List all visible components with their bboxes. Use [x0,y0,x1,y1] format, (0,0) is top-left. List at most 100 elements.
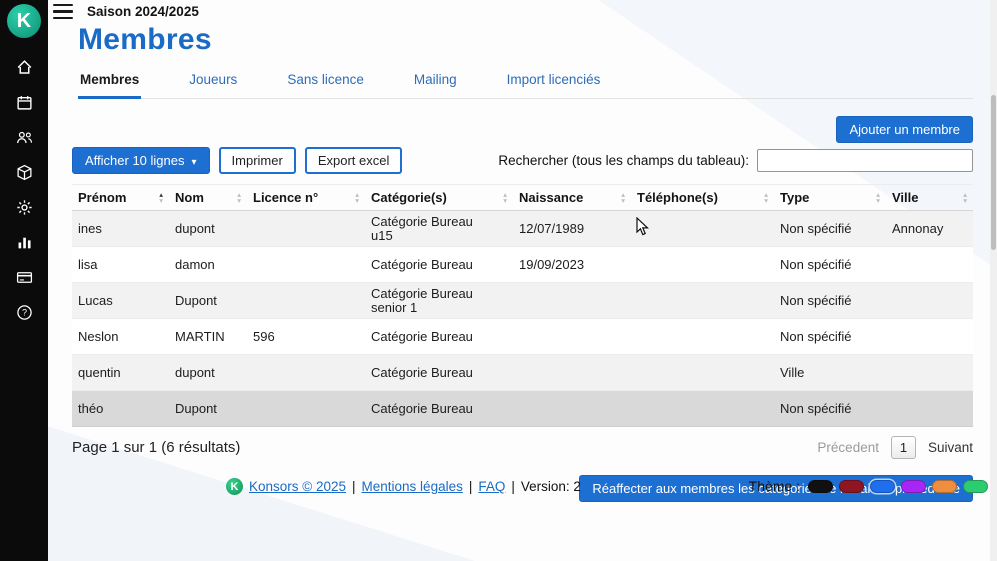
cell-prenom: théo [72,391,169,427]
column-header-ville[interactable]: Ville ▴ ▾ [886,184,973,211]
cell-ville [886,319,973,355]
billing-icon[interactable] [15,268,33,286]
theme-swatch-orange[interactable] [932,479,957,493]
separator: | [352,479,356,494]
cell-naissance: 19/09/2023 [513,247,631,283]
cell-categories: Catégorie Bureau senior 1 [365,283,513,319]
theme-swatch-black[interactable] [808,479,833,493]
theme-swatch-blue[interactable] [870,479,895,493]
export-excel-button[interactable]: Export excel [304,147,403,174]
add-member-button[interactable]: Ajouter un membre [836,116,973,143]
equipment-icon[interactable] [15,163,33,181]
legal-link[interactable]: Mentions légales [362,479,463,494]
table-row[interactable]: quentin dupont Catégorie Bureau Ville [72,355,973,391]
next-page-button[interactable]: Suivant [928,440,973,455]
column-header-type[interactable]: Type ▴ ▾ [774,184,886,211]
tab-sans-licence[interactable]: Sans licence [285,72,366,98]
cell-type: Non spécifié [774,283,886,319]
cell-categories: Catégorie Bureau u15 [365,211,513,247]
table-row[interactable]: Neslon MARTIN 596 Catégorie Bureau Non s… [72,319,973,355]
cell-naissance [513,391,631,427]
theme-swatch-green[interactable] [963,479,988,493]
cell-categories: Catégorie Bureau [365,355,513,391]
theme-swatch-purple[interactable] [901,479,926,493]
sort-icon: ▴ ▾ [621,190,625,205]
faq-link[interactable]: FAQ [478,479,505,494]
cell-nom: MARTIN [169,319,247,355]
column-header-nom[interactable]: Nom ▴ ▾ [169,184,247,211]
cell-categories: Catégorie Bureau [365,247,513,283]
cell-categories: Catégorie Bureau [365,391,513,427]
theme-label: Thème : [748,478,800,494]
sort-icon: ▴ ▾ [764,190,768,205]
table-row[interactable]: Lucas Dupont Catégorie Bureau senior 1 N… [72,283,973,319]
table-row[interactable]: ines dupont Catégorie Bureau u15 12/07/1… [72,211,973,247]
home-icon[interactable] [15,58,33,76]
cell-telephone [631,391,774,427]
cell-type: Non spécifié [774,211,886,247]
menu-hamburger-icon[interactable] [53,4,73,19]
cell-prenom: ines [72,211,169,247]
theme-swatch-darkred[interactable] [839,479,864,493]
table-row[interactable]: théo Dupont Catégorie Bureau Non spécifi… [72,391,973,427]
cell-licence [247,211,365,247]
column-header-naissance[interactable]: Naissance ▴ ▾ [513,184,631,211]
settings-icon[interactable] [15,198,33,216]
cell-telephone [631,283,774,319]
version-label: Version: 2 [520,479,581,494]
cell-ville [886,283,973,319]
tab-import-licencies[interactable]: Import licenciés [505,72,603,98]
scrollbar-thumb[interactable] [991,95,996,250]
show-lines-dropdown[interactable]: Afficher 10 lignes ▾ [72,147,210,174]
sort-icon: ▴ ▾ [963,190,967,205]
column-header-prenom[interactable]: Prénom ▴ ▾ [72,184,169,211]
cell-nom: dupont [169,355,247,391]
cell-naissance [513,283,631,319]
separator: | [511,479,515,494]
season-label: Saison 2024/2025 [87,4,199,19]
cell-type: Ville [774,355,886,391]
sort-icon: ▴ ▾ [876,190,880,205]
cell-prenom: quentin [72,355,169,391]
footer: K Konsors © 2025 | Mentions légales | FA… [48,473,997,502]
table-row[interactable]: lisa damon Catégorie Bureau 19/09/2023 N… [72,247,973,283]
help-icon[interactable]: ? [15,303,33,321]
cell-telephone [631,319,774,355]
calendar-icon[interactable] [15,93,33,111]
members-icon[interactable] [15,128,33,146]
svg-text:?: ? [21,307,26,317]
cell-telephone [631,211,774,247]
cell-prenom: Neslon [72,319,169,355]
search-input[interactable] [757,149,973,172]
cell-type: Non spécifié [774,319,886,355]
tab-membres[interactable]: Membres [78,72,142,99]
current-page-button[interactable]: 1 [890,436,916,459]
cell-type: Non spécifié [774,247,886,283]
search-label: Rechercher (tous les champs du tableau): [498,153,749,168]
tab-mailing[interactable]: Mailing [412,72,459,98]
cell-licence [247,355,365,391]
cell-naissance [513,319,631,355]
cell-categories: Catégorie Bureau [365,319,513,355]
cell-naissance: 12/07/1989 [513,211,631,247]
print-button[interactable]: Imprimer [218,147,296,174]
cell-type: Non spécifié [774,391,886,427]
separator: | [468,479,473,494]
sort-icon: ▴ ▾ [237,190,241,205]
cell-nom: Dupont [169,391,247,427]
cell-licence [247,283,365,319]
cell-prenom: lisa [72,247,169,283]
cell-ville [886,247,973,283]
column-header-categories[interactable]: Catégorie(s) ▴ ▾ [365,184,513,211]
previous-page-button[interactable]: Précedent [817,440,879,455]
cell-licence: 596 [247,319,365,355]
tab-joueurs[interactable]: Joueurs [187,72,239,98]
cell-naissance [513,355,631,391]
column-header-licence[interactable]: Licence n° ▴ ▾ [247,184,365,211]
stats-icon[interactable] [15,233,33,251]
app-logo[interactable]: K [7,4,41,38]
footer-brand-link[interactable]: Konsors © 2025 [249,479,346,494]
column-header-telephones[interactable]: Téléphone(s) ▴ ▾ [631,184,774,211]
vertical-scrollbar[interactable] [990,0,997,561]
cell-nom: damon [169,247,247,283]
